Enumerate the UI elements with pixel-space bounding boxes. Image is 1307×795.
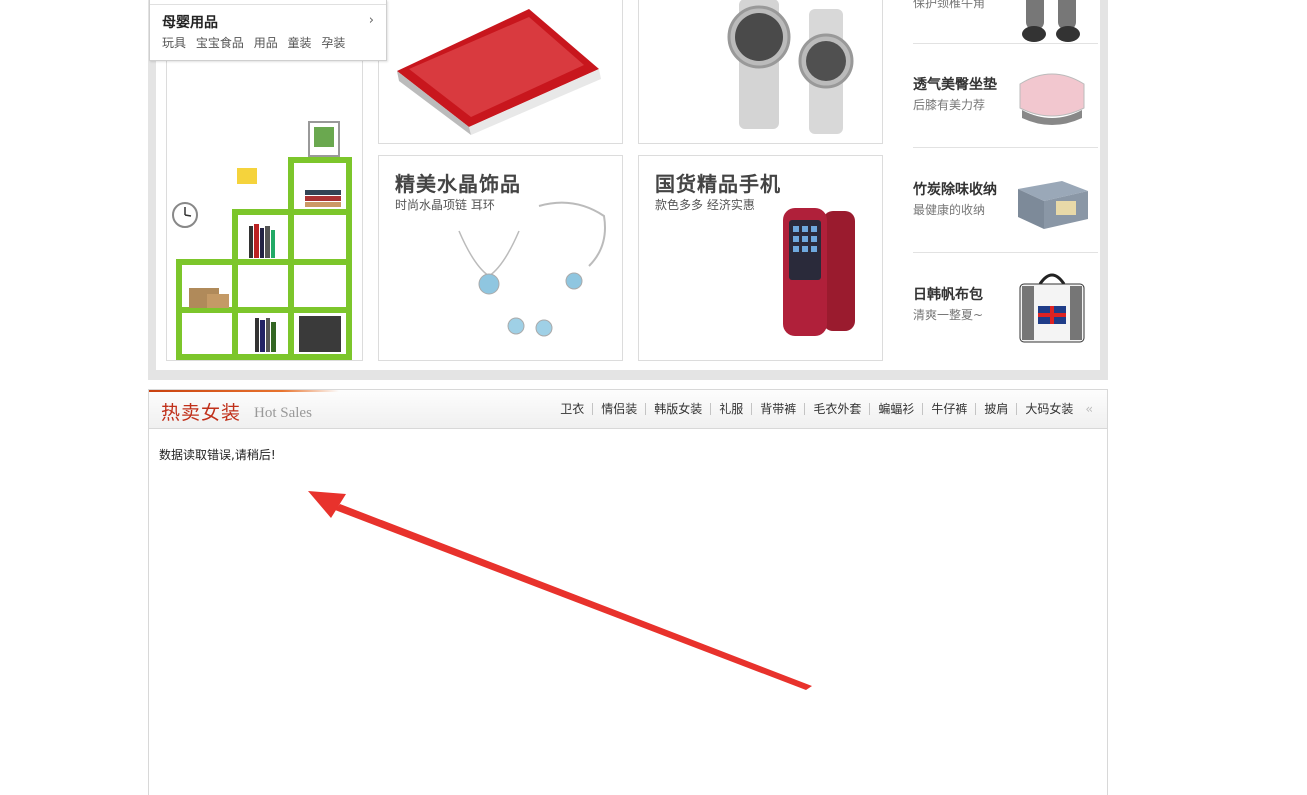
side-promo-canvas-bag[interactable]: 日韩帆布包 清爽一整夏~ [913,254,1098,358]
tab-jeans[interactable]: 牛仔裤 [922,403,975,415]
hot-sales-subtitle: Hot Sales [254,405,312,421]
jewelry-image [458,201,606,337]
side-promo-subtitle: 后膝有美力荐 [913,98,986,112]
side-promo-storage[interactable]: 竹炭除味收纳 最健康的收纳 [913,149,1098,253]
phone-image [783,208,855,336]
storage-box-image [1018,181,1088,229]
laptop-promo-tile[interactable] [378,0,623,144]
tab-batwing-shirt[interactable]: 蝙蝠衫 [869,403,922,415]
error-message: 数据读取错误,请稍后! [159,448,276,462]
tab-plus-size[interactable]: 大码女装 [1016,403,1081,415]
category-link-toys[interactable]: 玩具 [162,36,186,50]
watches-image [727,0,854,134]
tab-overalls[interactable]: 背带裤 [751,403,804,415]
category-links: 玩具 宝宝食品 用品 童装 孕装 [162,34,351,51]
laptop-image [397,9,601,135]
tab-hoodie[interactable]: 卫衣 [552,403,592,415]
phone-promo-tile[interactable]: 国货精品手机 款色多多 经济实惠 [638,155,883,361]
side-promo-title: 日韩帆布包 [913,287,983,303]
side-promo-title: 透气美臀坐垫 [913,77,997,93]
side-promo-title: 竹炭除味收纳 [913,182,997,198]
side-promo-subtitle: 最健康的收纳 [913,203,986,217]
header-accent-line [149,390,339,392]
tab-sweater-coat[interactable]: 毛衣外套 [804,403,869,415]
side-promo-subtitle: 清爽一整夏~ [913,308,984,322]
bookshelf-image [172,121,352,360]
popup-divider [150,4,386,5]
chevron-right-icon[interactable]: › [369,13,374,28]
double-chevron-left-icon[interactable]: ‹‹ [1085,402,1092,416]
tab-korean-womenswear[interactable]: 韩版女装 [645,403,710,415]
canvas-bag-image [1019,273,1085,343]
watches-promo-tile[interactable] [638,0,883,144]
tab-shawl[interactable]: 披肩 [975,403,1016,415]
hot-sales-section: 热卖女装 Hot Sales 卫衣 情侣装 韩版女装 礼服 背带裤 毛衣外套 蝙… [148,389,1108,795]
bookshelf-promo-tile[interactable] [166,40,363,361]
hot-sales-header: 热卖女装 Hot Sales 卫衣 情侣装 韩版女装 礼服 背带裤 毛衣外套 蝙… [149,390,1107,429]
cushion-image [1019,73,1085,125]
category-link-maternity[interactable]: 孕装 [321,36,345,50]
category-link-baby-food[interactable]: 宝宝食品 [196,36,244,50]
side-promo-neck-pillow[interactable]: 保护颈椎牛角 [913,0,1098,44]
category-link-kids-clothes[interactable]: 童装 [288,36,312,50]
tab-formal-dress[interactable]: 礼服 [710,403,751,415]
hot-sales-title: 热卖女装 [161,402,242,424]
crystal-promo-tile[interactable]: 精美水晶饰品 时尚水晶项链 耳环 [378,155,623,361]
side-promo-cushion[interactable]: 透气美臀坐垫 后膝有美力荐 [913,44,1098,148]
category-title[interactable]: 母婴用品 [162,12,218,32]
side-promo-partial-subtitle: 保护颈椎牛角 [913,0,986,10]
tab-couple-wear[interactable]: 情侣装 [592,403,645,415]
category-popup: 母婴用品 › 玩具 宝宝食品 用品 童装 孕装 [149,0,387,61]
hot-sales-tabs: 卫衣 情侣装 韩版女装 礼服 背带裤 毛衣外套 蝙蝠衫 牛仔裤 披肩 大码女装 … [552,402,1093,416]
category-link-supplies[interactable]: 用品 [254,36,278,50]
